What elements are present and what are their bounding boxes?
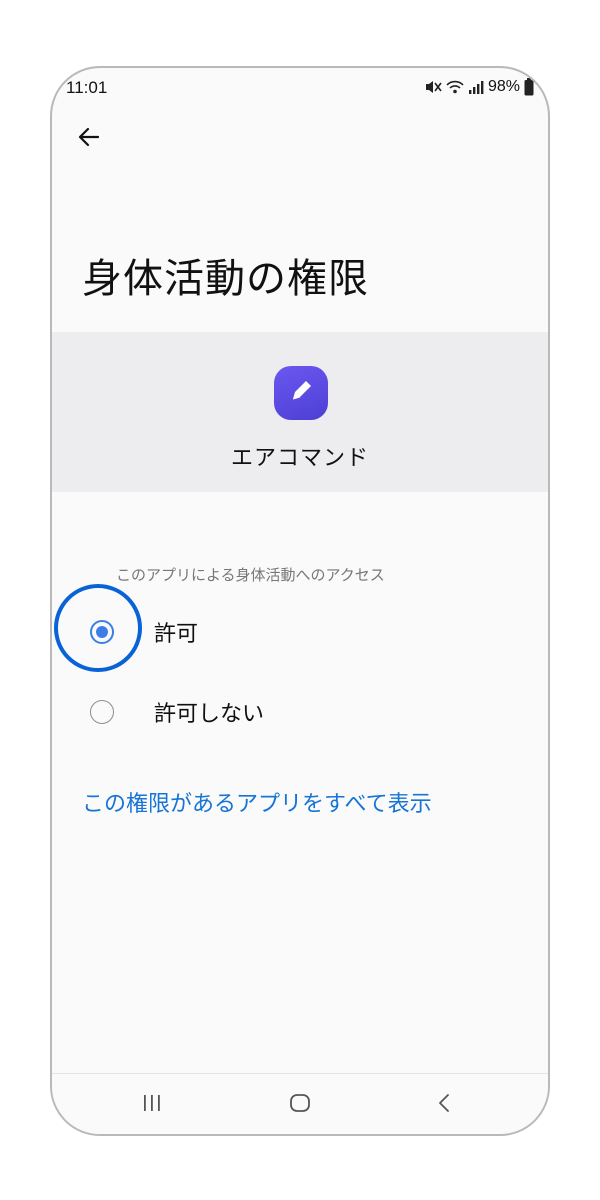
radio-allow-checked[interactable]	[90, 620, 114, 644]
nav-back-button[interactable]	[424, 1088, 464, 1122]
status-bar: 11:01 98%	[52, 68, 548, 112]
section-label: このアプリによる身体活動へのアクセス	[116, 566, 385, 584]
back-icon	[436, 1092, 452, 1118]
option-deny-label: 許可しない	[154, 702, 265, 727]
option-allow[interactable]: 許可	[72, 606, 492, 658]
navigation-bar	[52, 1073, 548, 1134]
signal-icon	[468, 79, 484, 95]
pencil-icon	[286, 376, 316, 410]
page-title: 身体活動の権限	[82, 256, 369, 302]
recent-apps-button[interactable]	[132, 1088, 172, 1122]
app-icon	[274, 366, 328, 420]
wifi-icon	[446, 79, 464, 95]
mute-icon	[424, 79, 442, 95]
home-icon	[289, 1092, 311, 1118]
option-allow-label: 許可	[154, 622, 199, 647]
phone-screen: 11:01 98% 身体活動の権限 エアコマンド このアプリによる身体活動へのア…	[50, 66, 550, 1136]
view-all-apps-link[interactable]: この権限があるアプリをすべて表示	[82, 786, 432, 818]
arrow-left-icon	[78, 126, 100, 152]
app-name: エアコマンド	[230, 446, 369, 471]
status-time: 11:01	[66, 78, 108, 97]
battery-icon	[524, 78, 534, 96]
radio-deny-unchecked[interactable]	[90, 700, 114, 724]
battery-percent: 98%	[487, 78, 520, 95]
status-icons: 98%	[424, 78, 534, 96]
recent-apps-icon	[141, 1093, 163, 1117]
home-button[interactable]	[280, 1088, 320, 1122]
option-deny[interactable]: 許可しない	[72, 686, 492, 738]
app-info-section: エアコマンド	[52, 332, 548, 492]
back-button[interactable]	[72, 122, 106, 156]
